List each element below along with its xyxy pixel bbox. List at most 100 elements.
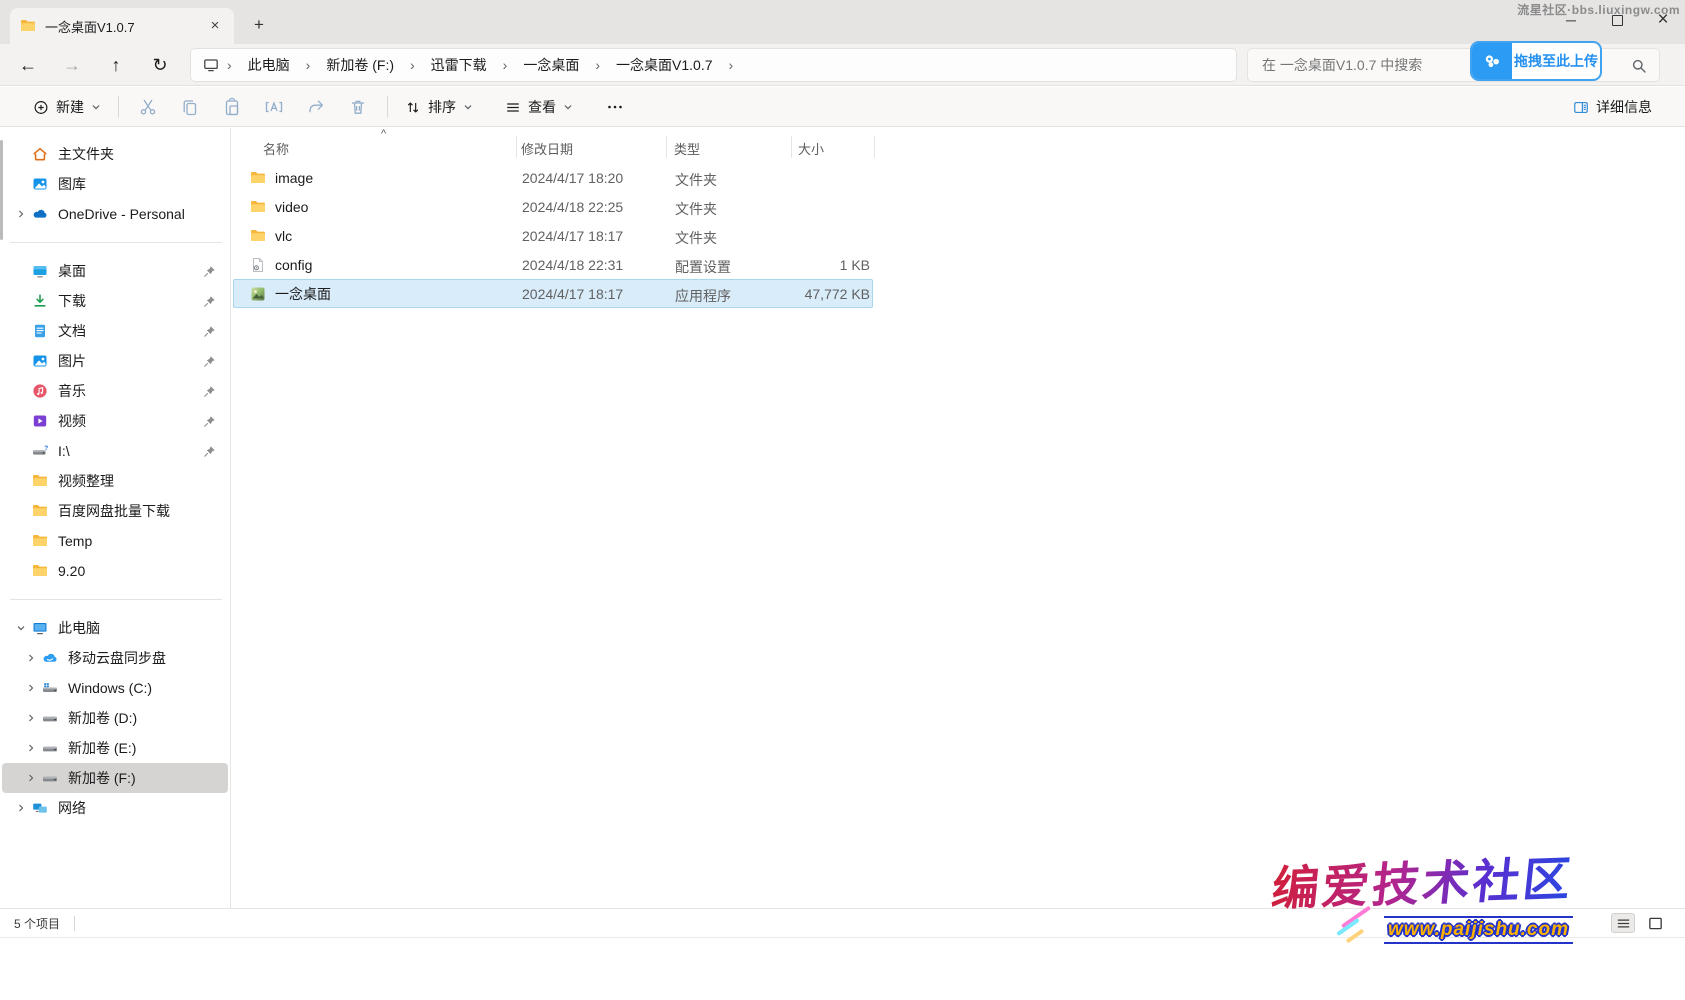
upload-button-label: 拖拽至此上传 — [1512, 43, 1600, 79]
maximize-button[interactable] — [1603, 8, 1631, 32]
pictures-icon — [32, 353, 48, 369]
column-divider[interactable] — [874, 136, 875, 158]
details-panel-icon — [1573, 99, 1589, 115]
chevron-right-icon[interactable] — [20, 743, 42, 753]
file-type: 配置设置 — [675, 257, 731, 277]
details-view-button[interactable] — [1611, 913, 1635, 933]
folder-icon — [250, 228, 266, 244]
sidebar-item-pictures[interactable]: 图片 — [2, 346, 228, 376]
tab-active[interactable]: 一念桌面V1.0.7 × — [10, 8, 234, 44]
chevron-right-icon[interactable] — [20, 713, 42, 723]
sidebar-item-windows-c[interactable]: Windows (C:) — [2, 673, 228, 703]
chevron-down-icon — [463, 102, 473, 112]
sidebar-item-onedrive[interactable]: OneDrive - Personal — [2, 199, 228, 229]
column-divider[interactable] — [516, 136, 517, 158]
up-button[interactable]: ↑ — [98, 47, 134, 83]
sidebar-scrollbar[interactable] — [0, 140, 3, 240]
share-button[interactable] — [295, 91, 337, 123]
folder-icon — [20, 18, 36, 34]
chevron-down-icon[interactable] — [10, 623, 32, 633]
sidebar-item-label: 此电脑 — [58, 618, 228, 638]
tab-close-icon[interactable]: × — [206, 17, 224, 35]
rename-button[interactable] — [253, 91, 295, 123]
breadcrumb-drive-f[interactable]: 新加卷 (F:) — [318, 52, 402, 78]
sidebar-item-temp[interactable]: Temp — [2, 526, 228, 556]
sidebar-item-drive-e[interactable]: 新加卷 (E:) — [2, 733, 228, 763]
column-header-type[interactable]: 类型 — [674, 139, 700, 158]
sidebar-item-drive-f[interactable]: 新加卷 (F:) — [2, 763, 228, 793]
refresh-button[interactable]: ↻ — [142, 47, 178, 83]
chevron-right-icon[interactable] — [20, 683, 42, 693]
sidebar-item-label: 视频 — [58, 411, 203, 431]
sidebar-item-label: I:\ — [58, 443, 203, 459]
file-list-pane: ^ 名称 修改日期 类型 大小 image 2024/4/17 18:20 文件… — [230, 128, 1685, 908]
sidebar-item-920[interactable]: 9.20 — [2, 556, 228, 586]
cut-button[interactable] — [127, 91, 169, 123]
sidebar-item-drive-i[interactable]: ? I:\ — [2, 436, 228, 466]
address-bar[interactable]: › 此电脑 › 新加卷 (F:) › 迅雷下载 › 一念桌面 › 一念桌面V1.… — [190, 48, 1237, 82]
minimize-button[interactable]: ─ — [1557, 8, 1585, 32]
paste-button[interactable] — [211, 91, 253, 123]
details-pane-button[interactable]: 详细信息 — [1564, 91, 1661, 123]
see-more-button[interactable] — [594, 91, 636, 123]
sidebar-item-this-pc[interactable]: 此电脑 — [2, 613, 228, 643]
sidebar-item-label: 9.20 — [58, 563, 228, 579]
disconnected-drive-icon: ? — [32, 443, 48, 459]
sidebar-item-label: 音乐 — [58, 381, 203, 401]
new-tab-button[interactable]: + — [246, 12, 272, 38]
drive-icon — [42, 770, 58, 786]
column-divider[interactable] — [791, 136, 792, 158]
sidebar-item-drive-d[interactable]: 新加卷 (D:) — [2, 703, 228, 733]
window-controls: ─ × — [1557, 8, 1677, 32]
sidebar-item-home[interactable]: 主文件夹 — [2, 139, 228, 169]
drag-upload-button[interactable]: 拖拽至此上传 — [1470, 41, 1602, 81]
search-icon[interactable] — [1631, 58, 1647, 74]
pin-icon — [203, 445, 216, 458]
breadcrumb-thunder-download[interactable]: 迅雷下载 — [423, 52, 495, 78]
copy-button[interactable] — [169, 91, 211, 123]
chevron-right-icon[interactable] — [10, 803, 32, 813]
plus-circle-icon — [33, 99, 49, 115]
file-row-image[interactable]: image 2024/4/17 18:20 文件夹 — [233, 163, 873, 192]
sidebar-item-videos[interactable]: 视频 — [2, 406, 228, 436]
pin-icon — [203, 385, 216, 398]
chevron-right-icon[interactable] — [10, 209, 32, 219]
sort-button[interactable]: 排序 — [396, 91, 482, 123]
chevron-right-icon[interactable] — [20, 653, 42, 663]
sidebar-item-desktop[interactable]: 桌面 — [2, 256, 228, 286]
file-name: image — [275, 170, 313, 186]
file-row-vlc[interactable]: vlc 2024/4/17 18:17 文件夹 — [233, 221, 873, 250]
file-row-config[interactable]: config 2024/4/18 22:31 配置设置 1 KB — [233, 250, 873, 279]
close-button[interactable]: × — [1649, 8, 1677, 32]
sidebar-item-downloads[interactable]: 下载 — [2, 286, 228, 316]
column-divider[interactable] — [666, 136, 667, 158]
file-row-video[interactable]: video 2024/4/18 22:25 文件夹 — [233, 192, 873, 221]
breadcrumb-this-pc[interactable]: 此电脑 — [240, 52, 298, 78]
sidebar-item-baidu-batch-download[interactable]: 百度网盘批量下载 — [2, 496, 228, 526]
forward-button[interactable]: → — [54, 47, 90, 83]
download-icon — [32, 293, 48, 309]
breadcrumb-yinian-desktop[interactable]: 一念桌面 — [515, 52, 587, 78]
delete-button[interactable] — [337, 91, 379, 123]
column-header-date[interactable]: 修改日期 — [521, 139, 573, 158]
sidebar-item-music[interactable]: 音乐 — [2, 376, 228, 406]
column-header-size[interactable]: 大小 — [798, 139, 824, 158]
view-button[interactable]: 查看 — [496, 91, 582, 123]
back-button[interactable]: ← — [10, 47, 46, 83]
file-row-yinian-desktop-selected[interactable]: 一念桌面 2024/4/17 18:17 应用程序 47,772 KB — [233, 279, 873, 308]
sidebar-item-network[interactable]: 网络 — [2, 793, 228, 823]
folder-icon — [32, 473, 48, 489]
sidebar-item-gallery[interactable]: 图库 — [2, 169, 228, 199]
application-icon — [250, 286, 266, 302]
maximize-icon — [1612, 15, 1623, 26]
breadcrumb-current-folder[interactable]: 一念桌面V1.0.7 — [608, 52, 720, 78]
new-button[interactable]: 新建 — [24, 91, 110, 123]
chevron-icon: › — [223, 57, 236, 73]
sidebar-item-documents[interactable]: 文档 — [2, 316, 228, 346]
chevron-icon: › — [725, 57, 738, 73]
chevron-right-icon[interactable] — [20, 773, 42, 783]
large-icons-view-button[interactable] — [1643, 913, 1667, 933]
column-header-name[interactable]: 名称 — [263, 139, 289, 158]
sidebar-item-video-organize[interactable]: 视频整理 — [2, 466, 228, 496]
sidebar-item-mobile-cloud-drive[interactable]: 移动云盘同步盘 — [2, 643, 228, 673]
